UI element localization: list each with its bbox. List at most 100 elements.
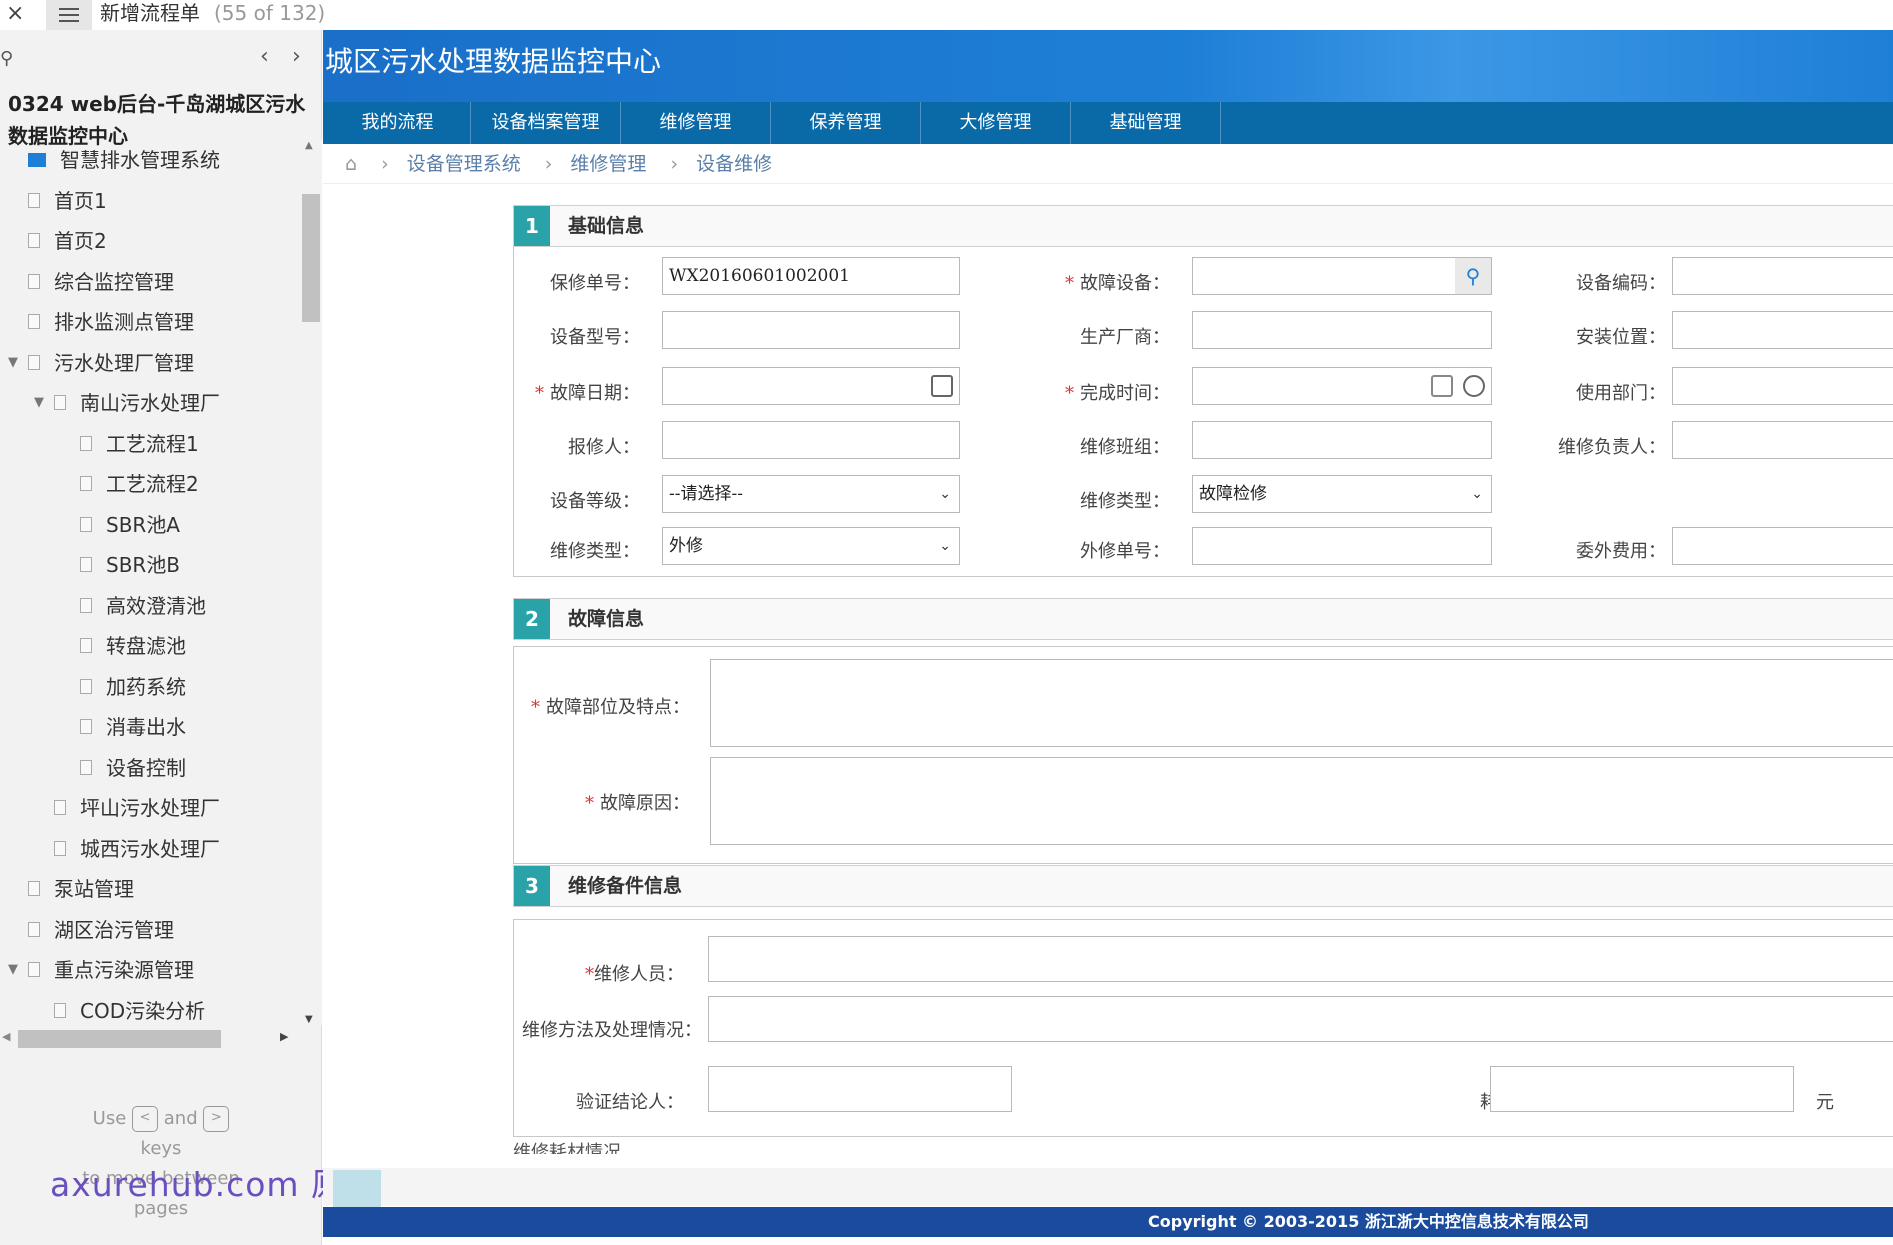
calendar-icon[interactable] bbox=[931, 375, 953, 397]
copyright-bar: Copyright © 2003-2015 浙江浙大中控信息技术有限公司 bbox=[323, 1207, 1893, 1237]
sidebar-tree-item[interactable]: 加药系统 bbox=[0, 667, 300, 708]
outsource-fee-input[interactable] bbox=[1672, 527, 1893, 565]
scroll-left-icon[interactable]: ◀ bbox=[2, 1030, 10, 1043]
sidebar-tree-item[interactable]: ▼ 重点污染源管理 bbox=[0, 950, 300, 991]
nav-item[interactable]: 我的流程 bbox=[325, 102, 471, 144]
sidebar-tree-item[interactable]: 智慧排水管理系统 bbox=[0, 140, 300, 181]
tree-item-label: 泵站管理 bbox=[54, 877, 134, 901]
calendar-icon[interactable] bbox=[1431, 375, 1453, 397]
sidebar-tree-item[interactable]: 设备控制 bbox=[0, 748, 300, 789]
maker-label: 生产厂商： bbox=[1080, 327, 1170, 348]
breadcrumb-item-system[interactable]: 设备管理系统 bbox=[407, 153, 521, 175]
grade-select[interactable]: --请选择-- ⌄ bbox=[662, 475, 960, 513]
scroll-up-icon[interactable]: ▲ bbox=[305, 140, 313, 151]
fault-cause-textarea[interactable] bbox=[710, 757, 1893, 845]
nav-item[interactable]: 维修管理 bbox=[621, 102, 771, 144]
outsource-no-input[interactable] bbox=[1192, 527, 1492, 565]
model-input[interactable] bbox=[662, 311, 960, 349]
nav-item[interactable]: 大修管理 bbox=[921, 102, 1071, 144]
tree-item-label: SBR池B bbox=[106, 553, 181, 577]
verifier-input[interactable] bbox=[708, 1066, 1012, 1112]
sidebar-toolbar: ⚲ ‹ › bbox=[0, 30, 321, 88]
leader-input[interactable] bbox=[1672, 421, 1893, 459]
page-icon bbox=[54, 1002, 66, 1018]
sidebar-tree-item[interactable]: 工艺流程1 bbox=[0, 424, 300, 465]
device-code-input[interactable] bbox=[1672, 257, 1893, 295]
section-header: 1 基础信息 bbox=[513, 205, 1893, 247]
sidebar-tree-item[interactable]: 首页2 bbox=[0, 221, 300, 262]
search-icon[interactable]: ⚲ bbox=[1455, 258, 1491, 294]
fault-device-input[interactable]: ⚲ bbox=[1192, 257, 1492, 295]
expand-toggle-icon[interactable]: ▼ bbox=[8, 950, 20, 990]
method-input[interactable] bbox=[708, 996, 1893, 1042]
page-icon bbox=[28, 192, 40, 208]
section-title: 故障信息 bbox=[568, 608, 645, 630]
type-selected: 故障检修 bbox=[1199, 484, 1267, 504]
staff-input[interactable] bbox=[708, 936, 1893, 982]
sidebar-tree-item[interactable]: 消毒出水 bbox=[0, 707, 300, 748]
sidebar-tree-item[interactable]: 转盘滤池 bbox=[0, 626, 300, 667]
sidebar-tree-item[interactable]: 综合监控管理 bbox=[0, 262, 300, 303]
sidebar-tree-item[interactable]: 城西污水处理厂 bbox=[0, 829, 300, 870]
sidebar-tree-item[interactable]: 泵站管理 bbox=[0, 869, 300, 910]
hamburger-menu-icon[interactable] bbox=[46, 0, 92, 30]
sidebar-tree-item[interactable]: 坪山污水处理厂 bbox=[0, 788, 300, 829]
page-icon bbox=[28, 962, 40, 977]
sidebar-tree-item[interactable]: 高效澄清池 bbox=[0, 586, 300, 627]
next-page-icon[interactable]: › bbox=[292, 44, 301, 69]
folder-icon bbox=[28, 152, 46, 167]
repair-no-input[interactable]: WX20160601002001 bbox=[662, 257, 960, 295]
type2-select[interactable]: 外修 ⌄ bbox=[662, 527, 960, 565]
tree-item-label: 湖区治污管理 bbox=[54, 917, 174, 942]
sidebar-tree-item[interactable]: ▼ 南山污水处理厂 bbox=[0, 383, 300, 424]
sidebar-tree-item[interactable]: SBR池A bbox=[0, 505, 300, 546]
scrollbar-thumb[interactable] bbox=[302, 194, 320, 322]
tree-item-label: 设备控制 bbox=[106, 755, 186, 780]
dept-input[interactable] bbox=[1672, 367, 1893, 405]
sidebar-tree-item[interactable]: ▼ 污水处理厂管理 bbox=[0, 343, 300, 384]
home-icon[interactable]: ⌂ bbox=[345, 153, 357, 175]
breadcrumb-item-repair[interactable]: 设备维修 bbox=[696, 153, 772, 175]
sidebar-tree-item[interactable]: SBR池B bbox=[0, 545, 300, 586]
scroll-down-icon[interactable]: ▼ bbox=[305, 1014, 313, 1025]
reporter-input[interactable] bbox=[662, 421, 960, 459]
vertical-scrollbar[interactable]: ▲ ▼ bbox=[300, 140, 322, 1025]
close-icon[interactable]: × bbox=[6, 1, 24, 26]
type-select[interactable]: 故障检修 ⌄ bbox=[1192, 475, 1492, 513]
sidebar-tree-item[interactable]: 首页1 bbox=[0, 181, 300, 222]
sidebar-tree-item[interactable]: 工艺流程2 bbox=[0, 464, 300, 505]
section-title: 维修备件信息 bbox=[568, 875, 683, 897]
search-icon[interactable]: ⚲ bbox=[0, 48, 13, 69]
page-title: 新增流程单 (55 of 132) bbox=[100, 0, 325, 30]
team-input[interactable] bbox=[1192, 421, 1492, 459]
breadcrumb-item-maintenance[interactable]: 维修管理 bbox=[570, 153, 646, 175]
page-counter: (55 of 132) bbox=[214, 1, 326, 25]
hscrollbar-thumb[interactable] bbox=[18, 1030, 221, 1048]
sidebar-tree-item[interactable]: COD污染分析 bbox=[0, 991, 300, 1026]
clock-icon[interactable] bbox=[1463, 375, 1485, 397]
consumables-label: 维修耗材情况 bbox=[513, 1142, 621, 1154]
sidebar-tree-item[interactable]: 排水监测点管理 bbox=[0, 302, 300, 343]
previous-page-icon[interactable]: ‹ bbox=[260, 44, 269, 69]
horizontal-scrollbar[interactable]: ◀ ▶ bbox=[0, 1027, 322, 1049]
tree-item-label: 排水监测点管理 bbox=[54, 310, 194, 334]
section-fault-info: 2 故障信息 * 故障部位及特点： * 故障原因： bbox=[513, 598, 1893, 864]
scroll-right-icon[interactable]: ▶ bbox=[280, 1030, 288, 1043]
dept-label: 使用部门： bbox=[1576, 383, 1666, 404]
expand-toggle-icon[interactable]: ▼ bbox=[34, 383, 46, 423]
fault-date-input[interactable] bbox=[662, 367, 960, 405]
sidebar-tree-item[interactable]: 湖区治污管理 bbox=[0, 910, 300, 951]
cost-input[interactable] bbox=[1490, 1066, 1794, 1112]
nav-item[interactable]: 基础管理 bbox=[1071, 102, 1221, 144]
maker-input[interactable] bbox=[1192, 311, 1492, 349]
location-input[interactable] bbox=[1672, 311, 1893, 349]
tree-item-label: 重点污染源管理 bbox=[54, 958, 194, 982]
nav-item[interactable]: 保养管理 bbox=[771, 102, 921, 144]
tree-item-label: 工艺流程2 bbox=[106, 472, 199, 496]
tree-item-label: 工艺流程1 bbox=[106, 431, 199, 456]
nav-item[interactable]: 设备档案管理 bbox=[471, 102, 621, 144]
finish-time-input[interactable] bbox=[1192, 367, 1492, 405]
expand-toggle-icon[interactable]: ▼ bbox=[8, 343, 20, 383]
fault-part-textarea[interactable] bbox=[710, 659, 1893, 747]
tree-item-label: 消毒出水 bbox=[106, 715, 186, 739]
